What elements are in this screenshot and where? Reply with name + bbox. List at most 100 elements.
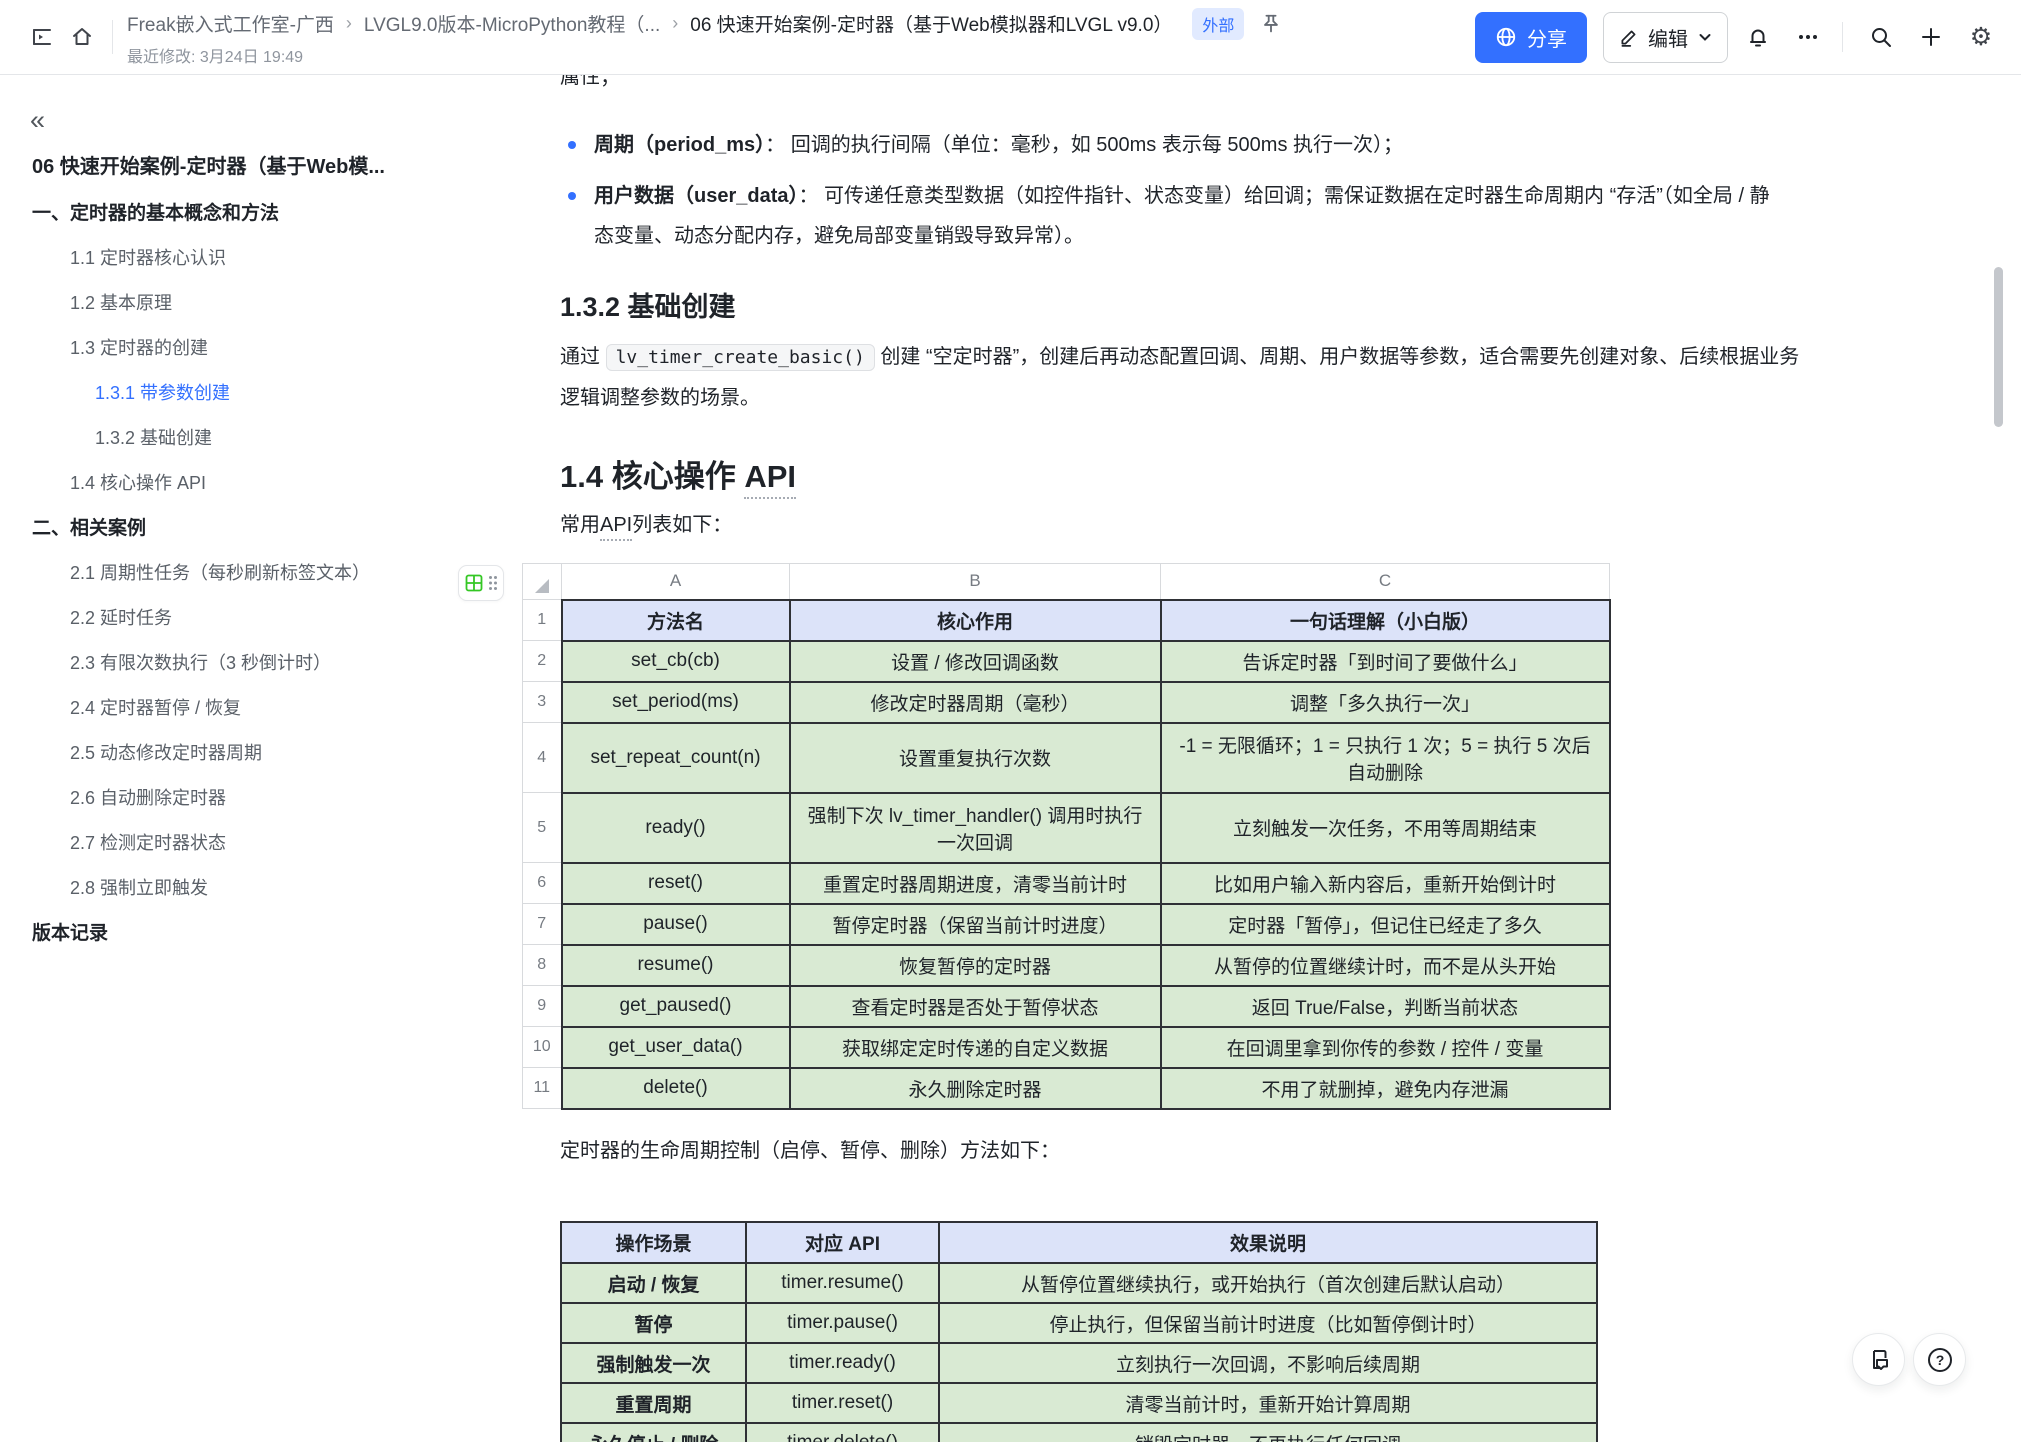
toc-item-1-3[interactable]: 1.3 定时器的创建 bbox=[0, 324, 440, 369]
sheet-controls[interactable] bbox=[458, 565, 504, 601]
help-button[interactable]: ? bbox=[1913, 1333, 1966, 1386]
search-button[interactable] bbox=[1861, 17, 1901, 57]
sheet-cell[interactable]: pause() bbox=[560, 902, 791, 946]
table-cell: 强制触发一次 bbox=[560, 1342, 747, 1384]
sheet-row-number[interactable]: 8 bbox=[522, 944, 562, 986]
toc-item-2-3[interactable]: 2.3 有限次数执行（3 秒倒计时） bbox=[0, 639, 440, 684]
vertical-scrollbar[interactable] bbox=[1994, 267, 2003, 427]
toc-item-2-6[interactable]: 2.6 自动删除定时器 bbox=[0, 774, 440, 819]
api-intro-text: 常用API列表如下： bbox=[560, 505, 732, 545]
pencil-icon bbox=[1621, 30, 1636, 47]
toc-item-2-8[interactable]: 2.8 强制立即触发 bbox=[0, 864, 440, 909]
toc-item-2-4[interactable]: 2.4 定时器暂停 / 恢复 bbox=[0, 684, 440, 729]
bullet-dot-icon bbox=[568, 192, 576, 200]
sheet-cell[interactable]: 查看定时器是否处于暂停状态 bbox=[788, 984, 1162, 1028]
sheet-select-all[interactable] bbox=[522, 563, 562, 600]
breadcrumb-item-course[interactable]: LVGL9.0版本-MicroPython教程（... bbox=[364, 10, 660, 37]
notifications-button[interactable] bbox=[1738, 17, 1778, 57]
sheet-col-header-a[interactable]: A bbox=[561, 563, 790, 600]
sheet-cell[interactable]: delete() bbox=[560, 1066, 791, 1110]
table-cell: 清零当前计时，重新开始计算周期 bbox=[938, 1382, 1598, 1424]
sheet-cell[interactable]: 强制下次 lv_timer_handler() 调用时执行一次回调 bbox=[788, 791, 1162, 864]
sheet-cell[interactable]: get_paused() bbox=[560, 984, 791, 1028]
settings-button[interactable]: ⚙ bbox=[1961, 17, 2001, 57]
sheet-cell[interactable]: 调整「多久执行一次」 bbox=[1159, 680, 1611, 724]
sheet-cell[interactable]: 一句话理解（小白版） bbox=[1159, 598, 1611, 642]
sheet-row-number[interactable]: 1 bbox=[522, 599, 562, 641]
sheet-cell[interactable]: 定时器「暂停」，但记住已经走了多久 bbox=[1159, 902, 1611, 946]
heading-1-4: 1.4 核心操作 API bbox=[560, 451, 797, 499]
sheet-row-number[interactable]: 7 bbox=[522, 903, 562, 945]
sheet-row-number[interactable]: 2 bbox=[522, 640, 562, 682]
sheet-col-header-b[interactable]: B bbox=[789, 563, 1161, 600]
sheet-cell[interactable]: set_period(ms) bbox=[560, 680, 791, 724]
sheet-cell[interactable]: 在回调里拿到你传的参数 / 控件 / 变量 bbox=[1159, 1025, 1611, 1069]
sheet-cell[interactable]: 永久删除定时器 bbox=[788, 1066, 1162, 1110]
chevron-down-icon bbox=[1699, 34, 1711, 41]
sheet-cell[interactable]: ready() bbox=[560, 791, 791, 864]
new-doc-button[interactable] bbox=[1911, 17, 1951, 57]
edit-button-label: 编辑 bbox=[1648, 28, 1688, 51]
table-cell: 永久停止 / 删除 bbox=[560, 1422, 747, 1442]
sheet-row-number[interactable]: 3 bbox=[522, 681, 562, 723]
edit-button[interactable]: 编辑 bbox=[1603, 11, 1728, 63]
toc-item-1-4[interactable]: 1.4 核心操作 API bbox=[0, 459, 440, 504]
sheet-cell[interactable]: 返回 True/False，判断当前状态 bbox=[1159, 984, 1611, 1028]
sheet-cell[interactable]: 暂停定时器（保留当前计时进度） bbox=[788, 902, 1162, 946]
sheet-cell[interactable]: 方法名 bbox=[560, 598, 791, 642]
sheet-cell[interactable]: set_cb(cb) bbox=[560, 639, 791, 683]
clipped-paragraph: 属性； bbox=[560, 75, 620, 88]
sheet-cell[interactable]: 立刻触发一次任务，不用等周期结束 bbox=[1159, 791, 1611, 864]
sheet-cell[interactable]: get_user_data() bbox=[560, 1025, 791, 1069]
sheet-cell[interactable]: 重置定时器周期进度，清零当前计时 bbox=[788, 861, 1162, 905]
sheet-cell[interactable]: reset() bbox=[560, 861, 791, 905]
toc-item-section-1[interactable]: 一、定时器的基本概念和方法 bbox=[0, 189, 440, 234]
toc-item-2-2[interactable]: 2.2 延时任务 bbox=[0, 594, 440, 639]
sidebar-toggle-button[interactable] bbox=[22, 17, 62, 57]
toc-collapse-button[interactable]: « bbox=[30, 103, 66, 139]
sheet-cell[interactable]: resume() bbox=[560, 943, 791, 987]
breadcrumb-item-current-doc[interactable]: 06 快速开始案例-定时器（基于Web模拟器和LVGL v9.0） bbox=[690, 10, 1172, 37]
sheet-row-number[interactable]: 4 bbox=[522, 722, 562, 793]
sheet-cell[interactable]: 获取绑定定时传递的自定义数据 bbox=[788, 1025, 1162, 1069]
breadcrumb-item-workspace[interactable]: Freak嵌入式工作室-广西 bbox=[127, 10, 334, 37]
toc-item-2-7[interactable]: 2.7 检测定时器状态 bbox=[0, 819, 440, 864]
table-cell: timer.ready() bbox=[745, 1342, 940, 1384]
sheet-cell[interactable]: 恢复暂停的定时器 bbox=[788, 943, 1162, 987]
toc-item-2-5[interactable]: 2.5 动态修改定时器周期 bbox=[0, 729, 440, 774]
sheet-cell[interactable]: 比如用户输入新内容后，重新开始倒计时 bbox=[1159, 861, 1611, 905]
sheet-cell[interactable]: set_repeat_count(n) bbox=[560, 721, 791, 794]
sheet-cell[interactable]: 核心作用 bbox=[788, 598, 1162, 642]
bell-icon bbox=[1750, 29, 1766, 47]
toc-item-1-2[interactable]: 1.2 基本原理 bbox=[0, 279, 440, 324]
bullet-period: 周期（period_ms）： 回调的执行间隔（单位：毫秒，如 500ms 表示每… bbox=[560, 125, 1830, 165]
sheet-cell[interactable]: 修改定时器周期（毫秒） bbox=[788, 680, 1162, 724]
toc-doc-title[interactable]: 06 快速开始案例-定时器（基于Web模... bbox=[0, 139, 440, 189]
toc-item-2-1[interactable]: 2.1 周期性任务（每秒刷新标签文本） bbox=[0, 549, 440, 594]
sheet-row-number[interactable]: 5 bbox=[522, 792, 562, 863]
share-button[interactable]: 分享 bbox=[1475, 11, 1587, 63]
toc-item-version-history[interactable]: 版本记录 bbox=[0, 909, 440, 954]
sheet-cell[interactable]: 不用了就删掉，避免内存泄漏 bbox=[1159, 1066, 1611, 1110]
toc-item-1-3-2[interactable]: 1.3.2 基础创建 bbox=[0, 414, 440, 459]
table-cell: timer.delete() bbox=[745, 1422, 940, 1442]
sheet-row-number[interactable]: 6 bbox=[522, 862, 562, 904]
sheet-cell[interactable]: 从暂停的位置继续计时，而不是从头开始 bbox=[1159, 943, 1611, 987]
pin-button[interactable] bbox=[1260, 13, 1282, 35]
sheet-col-header-c[interactable]: C bbox=[1160, 563, 1610, 600]
sheet-cell[interactable]: 告诉定时器「到时间了要做什么」 bbox=[1159, 639, 1611, 683]
toc-item-section-2[interactable]: 二、相关案例 bbox=[0, 504, 440, 549]
toc-item-1-3-1[interactable]: 1.3.1 带参数创建 bbox=[0, 369, 440, 414]
sheet-cell[interactable]: -1 = 无限循环；1 = 只执行 1 次；5 = 执行 5 次后自动删除 bbox=[1159, 721, 1611, 794]
toc-item-1-1[interactable]: 1.1 定时器核心认识 bbox=[0, 234, 440, 279]
table-cell: 停止执行，但保留当前计时进度（比如暂停倒计时） bbox=[938, 1302, 1598, 1344]
sheet-cell[interactable]: 设置重复执行次数 bbox=[788, 721, 1162, 794]
sheet-row-number[interactable]: 11 bbox=[522, 1067, 562, 1109]
more-button[interactable] bbox=[1788, 17, 1828, 57]
more-icon bbox=[1799, 35, 1817, 39]
doc-feedback-button[interactable] bbox=[1852, 1333, 1905, 1386]
sheet-cell[interactable]: 设置 / 修改回调函数 bbox=[788, 639, 1162, 683]
home-button[interactable] bbox=[62, 17, 102, 57]
sheet-row-number[interactable]: 10 bbox=[522, 1026, 562, 1068]
sheet-row-number[interactable]: 9 bbox=[522, 985, 562, 1027]
